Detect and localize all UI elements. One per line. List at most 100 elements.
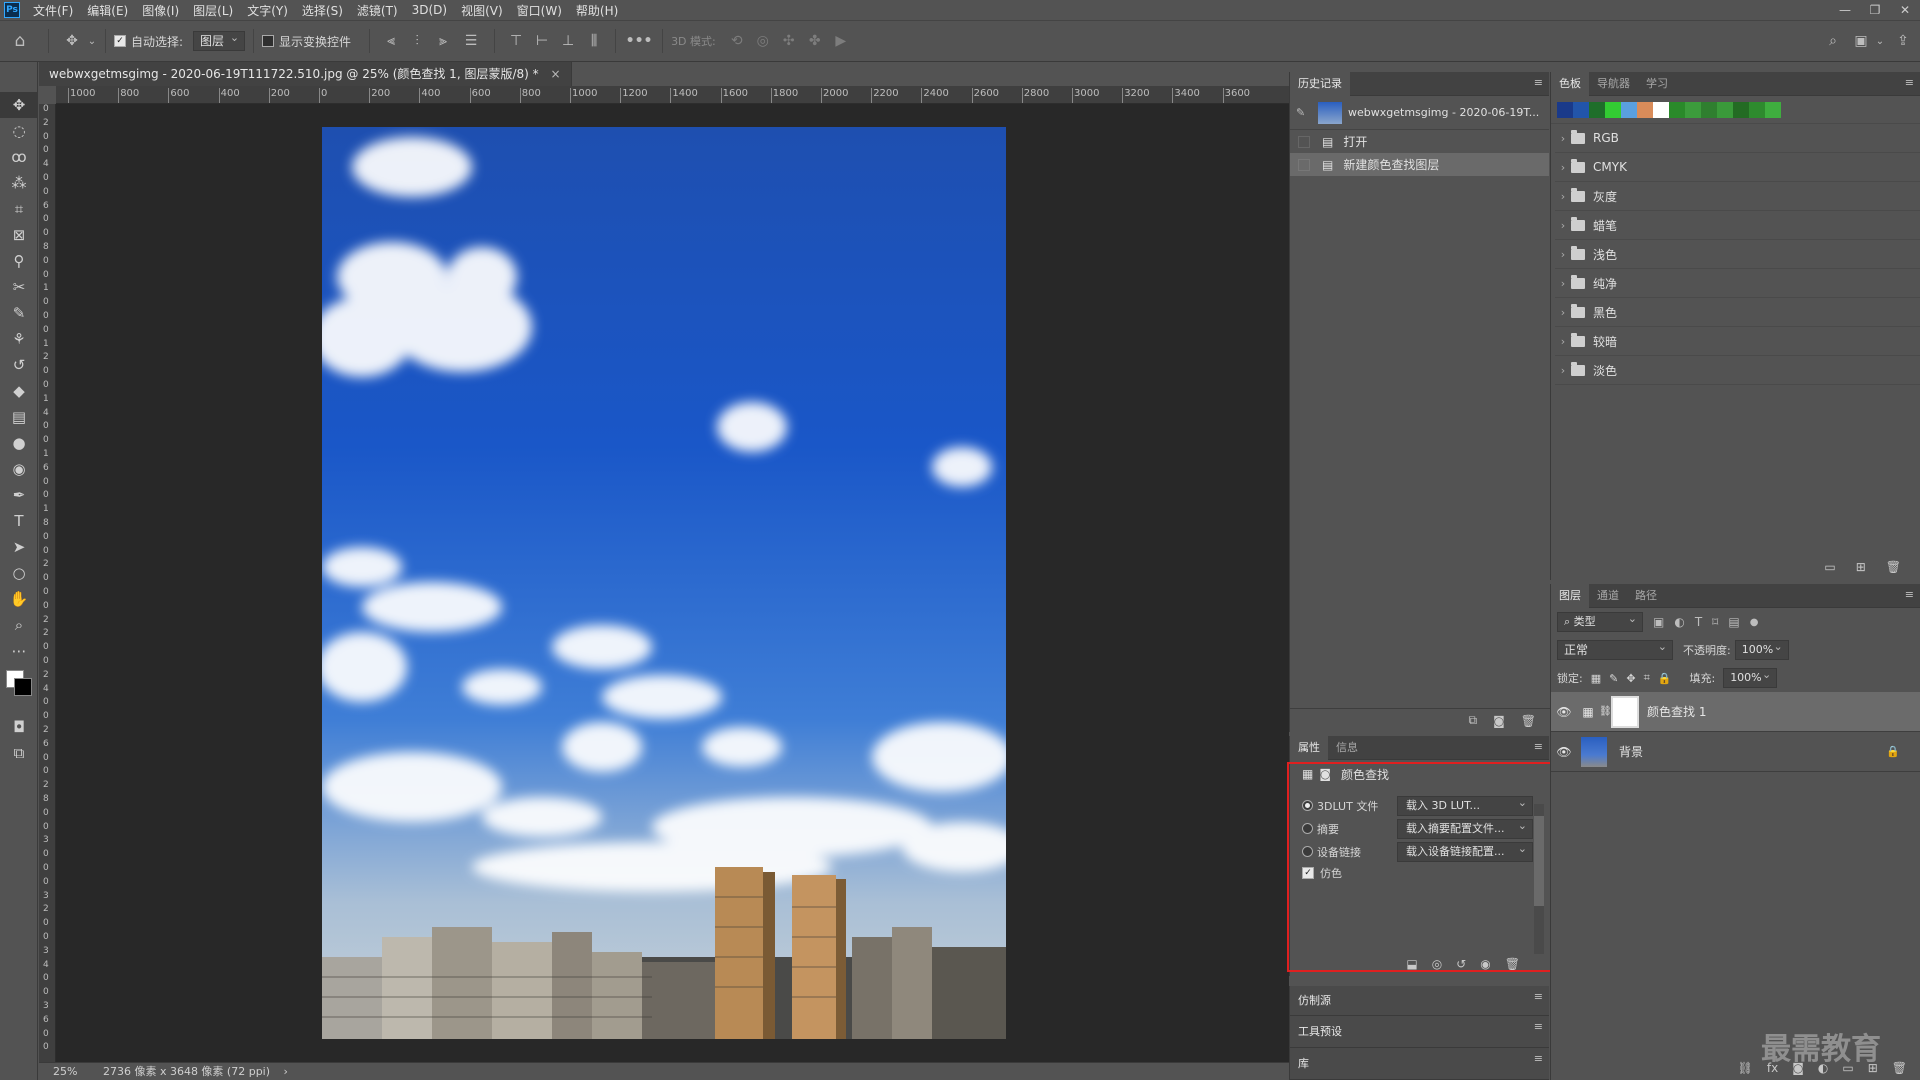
trash-icon[interactable]: 🗑 bbox=[1505, 957, 1520, 971]
layer-row[interactable]: 👁 背景 🔒 bbox=[1551, 732, 1920, 772]
3d-camera-icon[interactable]: ▶ bbox=[828, 33, 854, 49]
move-tool-preset-icon[interactable]: ✥ bbox=[57, 33, 87, 49]
filter-adjustment-icon[interactable]: ◐ bbox=[1674, 615, 1684, 629]
link-layers-icon[interactable]: ⛓ bbox=[1738, 1061, 1753, 1075]
chevron-down-icon[interactable]: ⌄ bbox=[1874, 36, 1886, 47]
trash-icon[interactable]: 🗑 bbox=[1521, 714, 1536, 728]
zoom-level[interactable]: 25% bbox=[53, 1065, 77, 1078]
new-group-icon[interactable]: ▭ bbox=[1824, 560, 1835, 574]
chevron-right-icon[interactable]: › bbox=[1555, 364, 1571, 377]
clip-to-layer-icon[interactable]: ⬓ bbox=[1406, 957, 1417, 971]
search-icon[interactable]: ⌕ bbox=[1818, 33, 1848, 49]
swatch-group-row[interactable]: › 纯净 bbox=[1555, 269, 1920, 298]
color-swatch[interactable] bbox=[1557, 101, 1573, 118]
menu-image[interactable]: 图像(I) bbox=[135, 2, 186, 19]
swatch-group-row[interactable]: › 较暗 bbox=[1555, 327, 1920, 356]
dropdown-3dlut[interactable]: 载入 3D LUT... bbox=[1397, 794, 1533, 816]
align-vcenter-icon[interactable]: ⊢ bbox=[529, 33, 555, 49]
align-hcenter-icon[interactable]: ⫶ bbox=[404, 33, 430, 49]
color-swatch[interactable] bbox=[1749, 101, 1765, 118]
distribute-vertical-icon[interactable]: ⫼ bbox=[581, 33, 607, 49]
lock-artboard-icon[interactable]: ⌗ bbox=[1644, 671, 1650, 685]
panel-menu-icon[interactable]: ≡ bbox=[1534, 740, 1543, 753]
document-tab[interactable]: webwxgetmsgimg - 2020-06-19T111722.510.j… bbox=[39, 62, 572, 86]
close-button[interactable]: ✕ bbox=[1890, 0, 1920, 20]
color-swatch[interactable] bbox=[1605, 101, 1621, 118]
filter-shape-icon[interactable]: ⌑ bbox=[1712, 615, 1718, 629]
camera-icon[interactable]: ◙ bbox=[1493, 714, 1505, 728]
menu-window[interactable]: 窗口(W) bbox=[510, 2, 569, 19]
chevron-right-icon[interactable]: › bbox=[1555, 132, 1571, 145]
link-icon[interactable]: ⛓ bbox=[1599, 706, 1612, 717]
menu-layer[interactable]: 图层(L) bbox=[186, 2, 240, 19]
tab-navigator[interactable]: 导航器 bbox=[1589, 72, 1638, 96]
lock-position-icon[interactable]: ✥ bbox=[1626, 672, 1635, 685]
edit-toolbar-icon[interactable]: ⋯ bbox=[0, 638, 38, 664]
reset-icon[interactable]: ↺ bbox=[1456, 957, 1466, 971]
tab-swatches[interactable]: 色板 bbox=[1551, 71, 1589, 96]
clone-source-panel-header[interactable]: 仿制源 ≡ bbox=[1290, 986, 1549, 1016]
trash-icon[interactable]: 🗑 bbox=[1892, 1061, 1907, 1075]
view-previous-state-icon[interactable]: ◎ bbox=[1432, 957, 1442, 971]
align-top-icon[interactable]: ⊤ bbox=[503, 33, 529, 49]
visibility-icon[interactable]: ◉ bbox=[1480, 957, 1490, 971]
blur-tool-icon[interactable]: ● bbox=[0, 430, 38, 456]
history-step[interactable]: ▤ 新建颜色查找图层 bbox=[1290, 153, 1549, 176]
dropdown-abstract[interactable]: 载入摘要配置文件... bbox=[1397, 817, 1533, 839]
tab-learn[interactable]: 学习 bbox=[1638, 72, 1676, 96]
history-source-box[interactable] bbox=[1298, 135, 1310, 148]
close-tab-icon[interactable]: × bbox=[550, 67, 560, 81]
swatch-group-row[interactable]: › 浅色 bbox=[1555, 240, 1920, 269]
eraser-icon[interactable]: ◆ bbox=[0, 378, 38, 404]
menu-help[interactable]: 帮助(H) bbox=[569, 2, 625, 19]
panel-menu-icon[interactable]: ≡ bbox=[1534, 1020, 1543, 1033]
swatch-group-row[interactable]: › 灰度 bbox=[1555, 182, 1920, 211]
3d-roll-icon[interactable]: ◎ bbox=[750, 33, 776, 49]
filter-toggle-icon[interactable]: ● bbox=[1750, 617, 1759, 628]
tab-history[interactable]: 历史记录 bbox=[1290, 71, 1350, 96]
swatch-group-row[interactable]: › RGB bbox=[1555, 124, 1920, 153]
marquee-tool-icon[interactable]: ◌ bbox=[0, 118, 38, 144]
opacity-input[interactable]: 100% bbox=[1734, 639, 1789, 660]
dropdown-device-link[interactable]: 载入设备链接配置... bbox=[1397, 840, 1533, 862]
document-image[interactable] bbox=[322, 127, 1006, 1039]
lock-image-icon[interactable]: ✎ bbox=[1609, 672, 1618, 685]
filter-pixel-icon[interactable]: ▣ bbox=[1653, 615, 1664, 629]
color-swatch[interactable] bbox=[1717, 101, 1733, 118]
swatch-group-row[interactable]: › 黑色 bbox=[1555, 298, 1920, 327]
tool-presets-panel-header[interactable]: 工具预设 ≡ bbox=[1290, 1016, 1549, 1048]
tab-info[interactable]: 信息 bbox=[1328, 736, 1366, 760]
healing-brush-icon[interactable]: ✂ bbox=[0, 274, 38, 300]
brush-tool-icon[interactable]: ✎ bbox=[0, 300, 38, 326]
color-swatch[interactable] bbox=[1637, 101, 1653, 118]
hand-tool-icon[interactable]: ✋ bbox=[0, 586, 38, 612]
dodge-tool-icon[interactable]: ◉ bbox=[0, 456, 38, 482]
gradient-tool-icon[interactable]: ▤ bbox=[0, 404, 38, 430]
color-swatch[interactable] bbox=[1653, 101, 1669, 118]
lock-all-icon[interactable]: 🔒 bbox=[1658, 672, 1672, 685]
swatch-group-row[interactable]: › 淡色 bbox=[1555, 356, 1920, 385]
color-swatch[interactable] bbox=[1669, 101, 1685, 118]
new-swatch-icon[interactable]: ⊞ bbox=[1856, 560, 1866, 574]
restore-button[interactable]: ❐ bbox=[1860, 0, 1890, 20]
pen-tool-icon[interactable]: ✒ bbox=[0, 482, 38, 508]
minimize-button[interactable]: — bbox=[1830, 0, 1860, 20]
frame-tool-icon[interactable]: ⊠ bbox=[0, 222, 38, 248]
trash-icon[interactable]: 🗑 bbox=[1886, 560, 1901, 574]
menu-select[interactable]: 选择(S) bbox=[295, 2, 350, 19]
history-snapshot[interactable]: ✎ webwxgetmsgimg - 2020-06-19T... bbox=[1290, 96, 1549, 130]
tab-libraries[interactable]: 库 bbox=[1290, 1052, 1317, 1076]
color-swatch[interactable] bbox=[1765, 101, 1781, 118]
3d-orbit-icon[interactable]: ⟲ bbox=[724, 33, 750, 49]
history-source-box[interactable] bbox=[1298, 158, 1310, 171]
crop-tool-icon[interactable]: ⌗ bbox=[0, 196, 38, 222]
layer-mask-thumbnail[interactable] bbox=[1611, 695, 1639, 728]
radio-device-link[interactable] bbox=[1302, 846, 1313, 857]
history-brush-icon[interactable]: ↺ bbox=[0, 352, 38, 378]
filter-smart-object-icon[interactable]: ▤ bbox=[1728, 615, 1739, 629]
color-swatches[interactable] bbox=[0, 664, 37, 714]
zoom-tool-icon[interactable]: ⌕ bbox=[0, 612, 38, 638]
3d-slide-icon[interactable]: ✤ bbox=[802, 33, 828, 49]
fill-input[interactable]: 100% bbox=[1723, 667, 1778, 688]
align-bottom-icon[interactable]: ⊥ bbox=[555, 33, 581, 49]
